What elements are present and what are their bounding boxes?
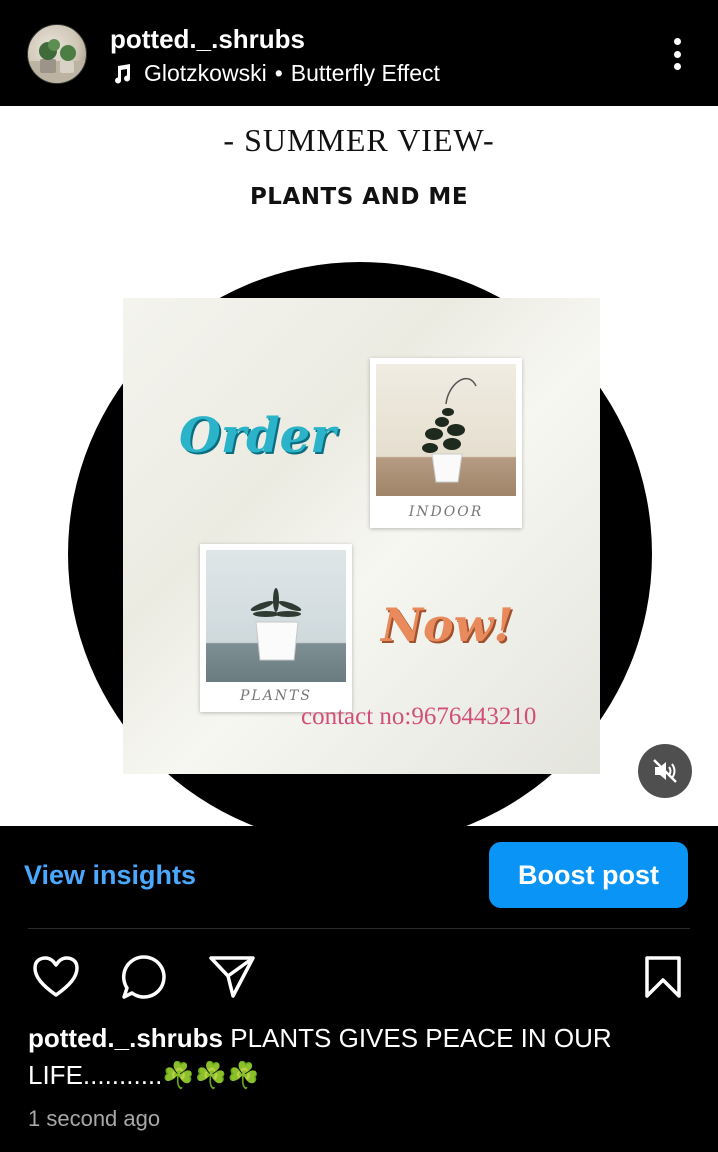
- now-text: Now!: [381, 598, 514, 652]
- post-image-subtitle: PLANTS AND ME: [249, 184, 469, 210]
- post-username[interactable]: potted._.shrubs: [110, 24, 305, 55]
- insights-bar: View insights Boost post: [0, 826, 718, 930]
- polaroid-indoor-caption: INDOOR: [408, 504, 484, 520]
- polaroid-plants-caption: PLANTS: [239, 688, 312, 704]
- muted-speaker-icon: [653, 759, 677, 783]
- more-options-button[interactable]: [660, 34, 694, 74]
- save-button[interactable]: [638, 952, 688, 1002]
- comment-button[interactable]: [119, 952, 169, 1002]
- contact-number: contact no:9676443210: [301, 703, 537, 730]
- like-button[interactable]: [31, 952, 81, 1002]
- polaroid-indoor: INDOOR: [370, 358, 522, 528]
- music-note-icon: [115, 63, 131, 83]
- view-insights-link[interactable]: View insights: [24, 860, 196, 891]
- heart-icon: [33, 956, 79, 997]
- post-caption: potted._.shrubs PLANTS GIVES PEACE IN OU…: [28, 1020, 688, 1094]
- audio-info[interactable]: Glotzkowski • Butterfly Effect: [110, 60, 440, 87]
- post-header: potted._.shrubs Glotzkowski • Butterfly …: [0, 0, 718, 106]
- audio-separator: •: [274, 60, 283, 86]
- mute-toggle-button[interactable]: [638, 744, 692, 798]
- succulent-photo: [206, 550, 346, 682]
- post-actions: [0, 940, 718, 1010]
- caption-username[interactable]: potted._.shrubs: [28, 1023, 223, 1053]
- order-text: Order: [179, 408, 336, 464]
- audio-song: Butterfly Effect: [290, 60, 440, 86]
- divider: [28, 928, 690, 929]
- audio-artist: Glotzkowski: [144, 60, 267, 86]
- boost-post-button[interactable]: Boost post: [489, 842, 688, 908]
- share-button[interactable]: [207, 952, 257, 1002]
- avatar-plant-image: [28, 39, 86, 83]
- comment-icon: [121, 955, 166, 999]
- bookmark-icon: [645, 956, 681, 998]
- polaroid-plants: PLANTS: [200, 544, 352, 712]
- post-image-title: - SUMMER VIEW-: [223, 122, 495, 158]
- share-icon: [209, 956, 255, 998]
- post-media[interactable]: - SUMMER VIEW- PLANTS AND ME Order INDOO…: [0, 106, 718, 826]
- post-timestamp: 1 second ago: [28, 1106, 161, 1131]
- avatar[interactable]: [27, 24, 87, 84]
- promo-card: Order INDOOR PLANTS Now! contact no:9676…: [123, 298, 600, 774]
- more-vertical-icon: [673, 38, 681, 45]
- indoor-plant-photo: [376, 364, 516, 496]
